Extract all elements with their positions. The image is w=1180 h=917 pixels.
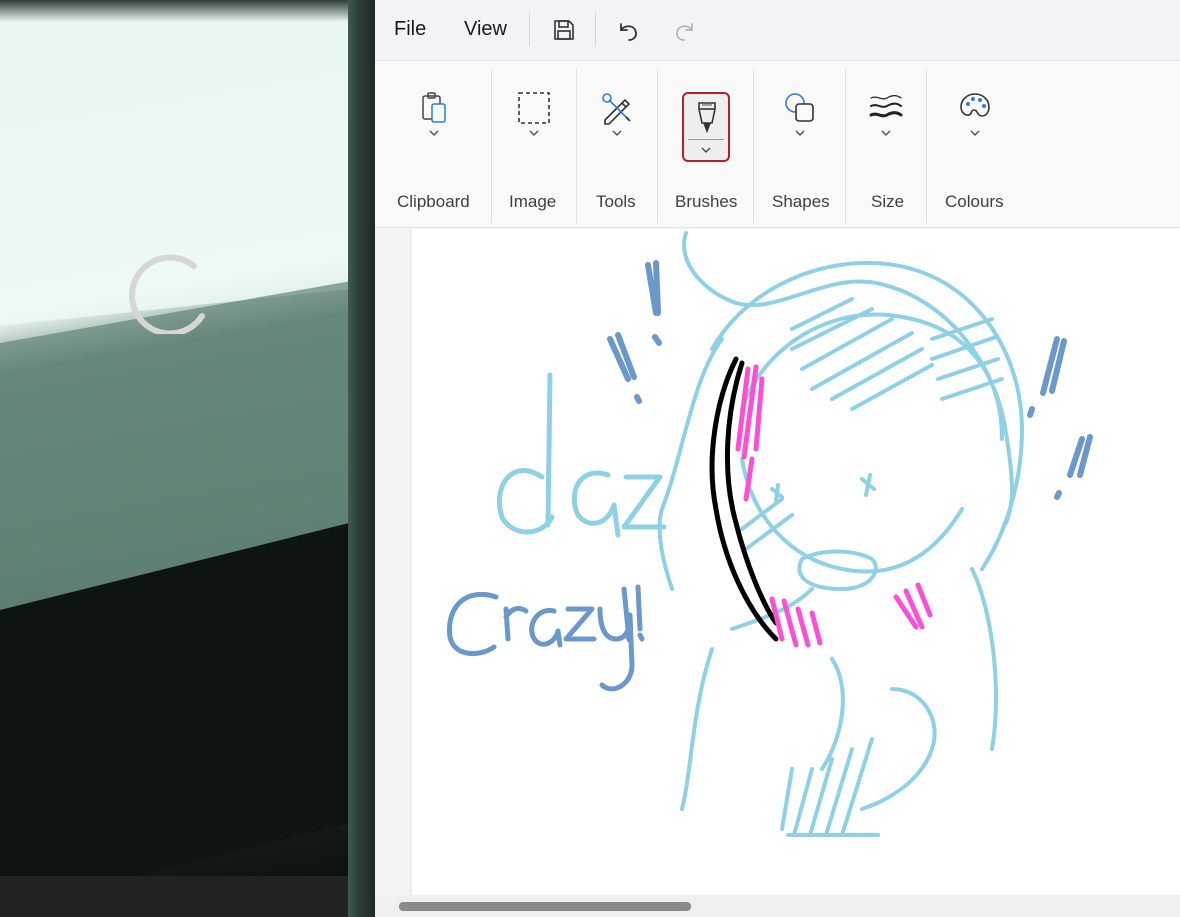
- save-icon[interactable]: [546, 12, 582, 48]
- tools-button[interactable]: [599, 91, 635, 163]
- tools-icon: [602, 93, 631, 125]
- chevron-down-icon: [795, 130, 805, 136]
- group-clipboard: Clipboard: [375, 61, 491, 229]
- drawing-sketch: [447, 231, 1093, 837]
- group-label: Tools: [596, 192, 636, 211]
- menu-separator: [595, 12, 596, 46]
- scrollbar-thumb[interactable]: [399, 902, 691, 911]
- group-image: Image: [492, 61, 576, 229]
- brushes-button[interactable]: [682, 92, 730, 162]
- paint-window: File View Clipboard Image Tools Brushes …: [375, 0, 1180, 917]
- group-shapes: Shapes: [754, 61, 845, 229]
- window-divider: [348, 0, 375, 917]
- video-bottom-strip: [0, 876, 348, 917]
- chevron-down-icon: [881, 130, 891, 136]
- view-menu[interactable]: View: [464, 18, 507, 41]
- group-label: Size: [871, 192, 905, 211]
- menu-bar: File View: [375, 0, 1180, 60]
- group-tools: Tools: [577, 61, 657, 229]
- size-button[interactable]: [868, 91, 904, 163]
- brush-icon: [698, 102, 716, 134]
- chevron-down-icon: [612, 130, 622, 136]
- group-label: Colours: [945, 192, 1004, 211]
- file-menu[interactable]: File: [394, 18, 426, 41]
- shapes-icon: [785, 93, 814, 122]
- menu-separator: [529, 12, 530, 46]
- video-preview: [0, 0, 348, 876]
- horizontal-scrollbar[interactable]: [375, 895, 1180, 917]
- selection-icon: [518, 92, 550, 124]
- group-label: Clipboard: [397, 192, 470, 211]
- stroke-size-icon: [869, 95, 903, 118]
- chevron-down-icon: [429, 130, 439, 136]
- ribbon-toolbar: Clipboard Image Tools Brushes Shapes Siz…: [375, 60, 1180, 228]
- palette-icon: [960, 93, 990, 117]
- group-label: Shapes: [772, 192, 830, 211]
- group-label: Brushes: [675, 192, 738, 211]
- shapes-button[interactable]: [782, 91, 818, 163]
- group-size: Size: [846, 61, 926, 229]
- chevron-down-icon: [970, 130, 980, 136]
- colours-button[interactable]: [957, 91, 993, 163]
- group-label: Image: [509, 192, 557, 211]
- clipboard-button[interactable]: [417, 91, 451, 163]
- select-button[interactable]: [516, 91, 552, 163]
- undo-icon[interactable]: [611, 12, 647, 48]
- chevron-down-icon: [529, 130, 539, 136]
- clipboard-icon: [422, 92, 446, 123]
- redo-icon[interactable]: [666, 12, 702, 48]
- canvas-left-margin: [375, 229, 411, 895]
- chevron-down-icon: [701, 147, 711, 153]
- loading-spinner-icon: [129, 254, 205, 334]
- canvas-area: [375, 229, 1180, 895]
- drawing-canvas[interactable]: [412, 229, 1180, 895]
- group-colours: Colours: [927, 61, 1027, 229]
